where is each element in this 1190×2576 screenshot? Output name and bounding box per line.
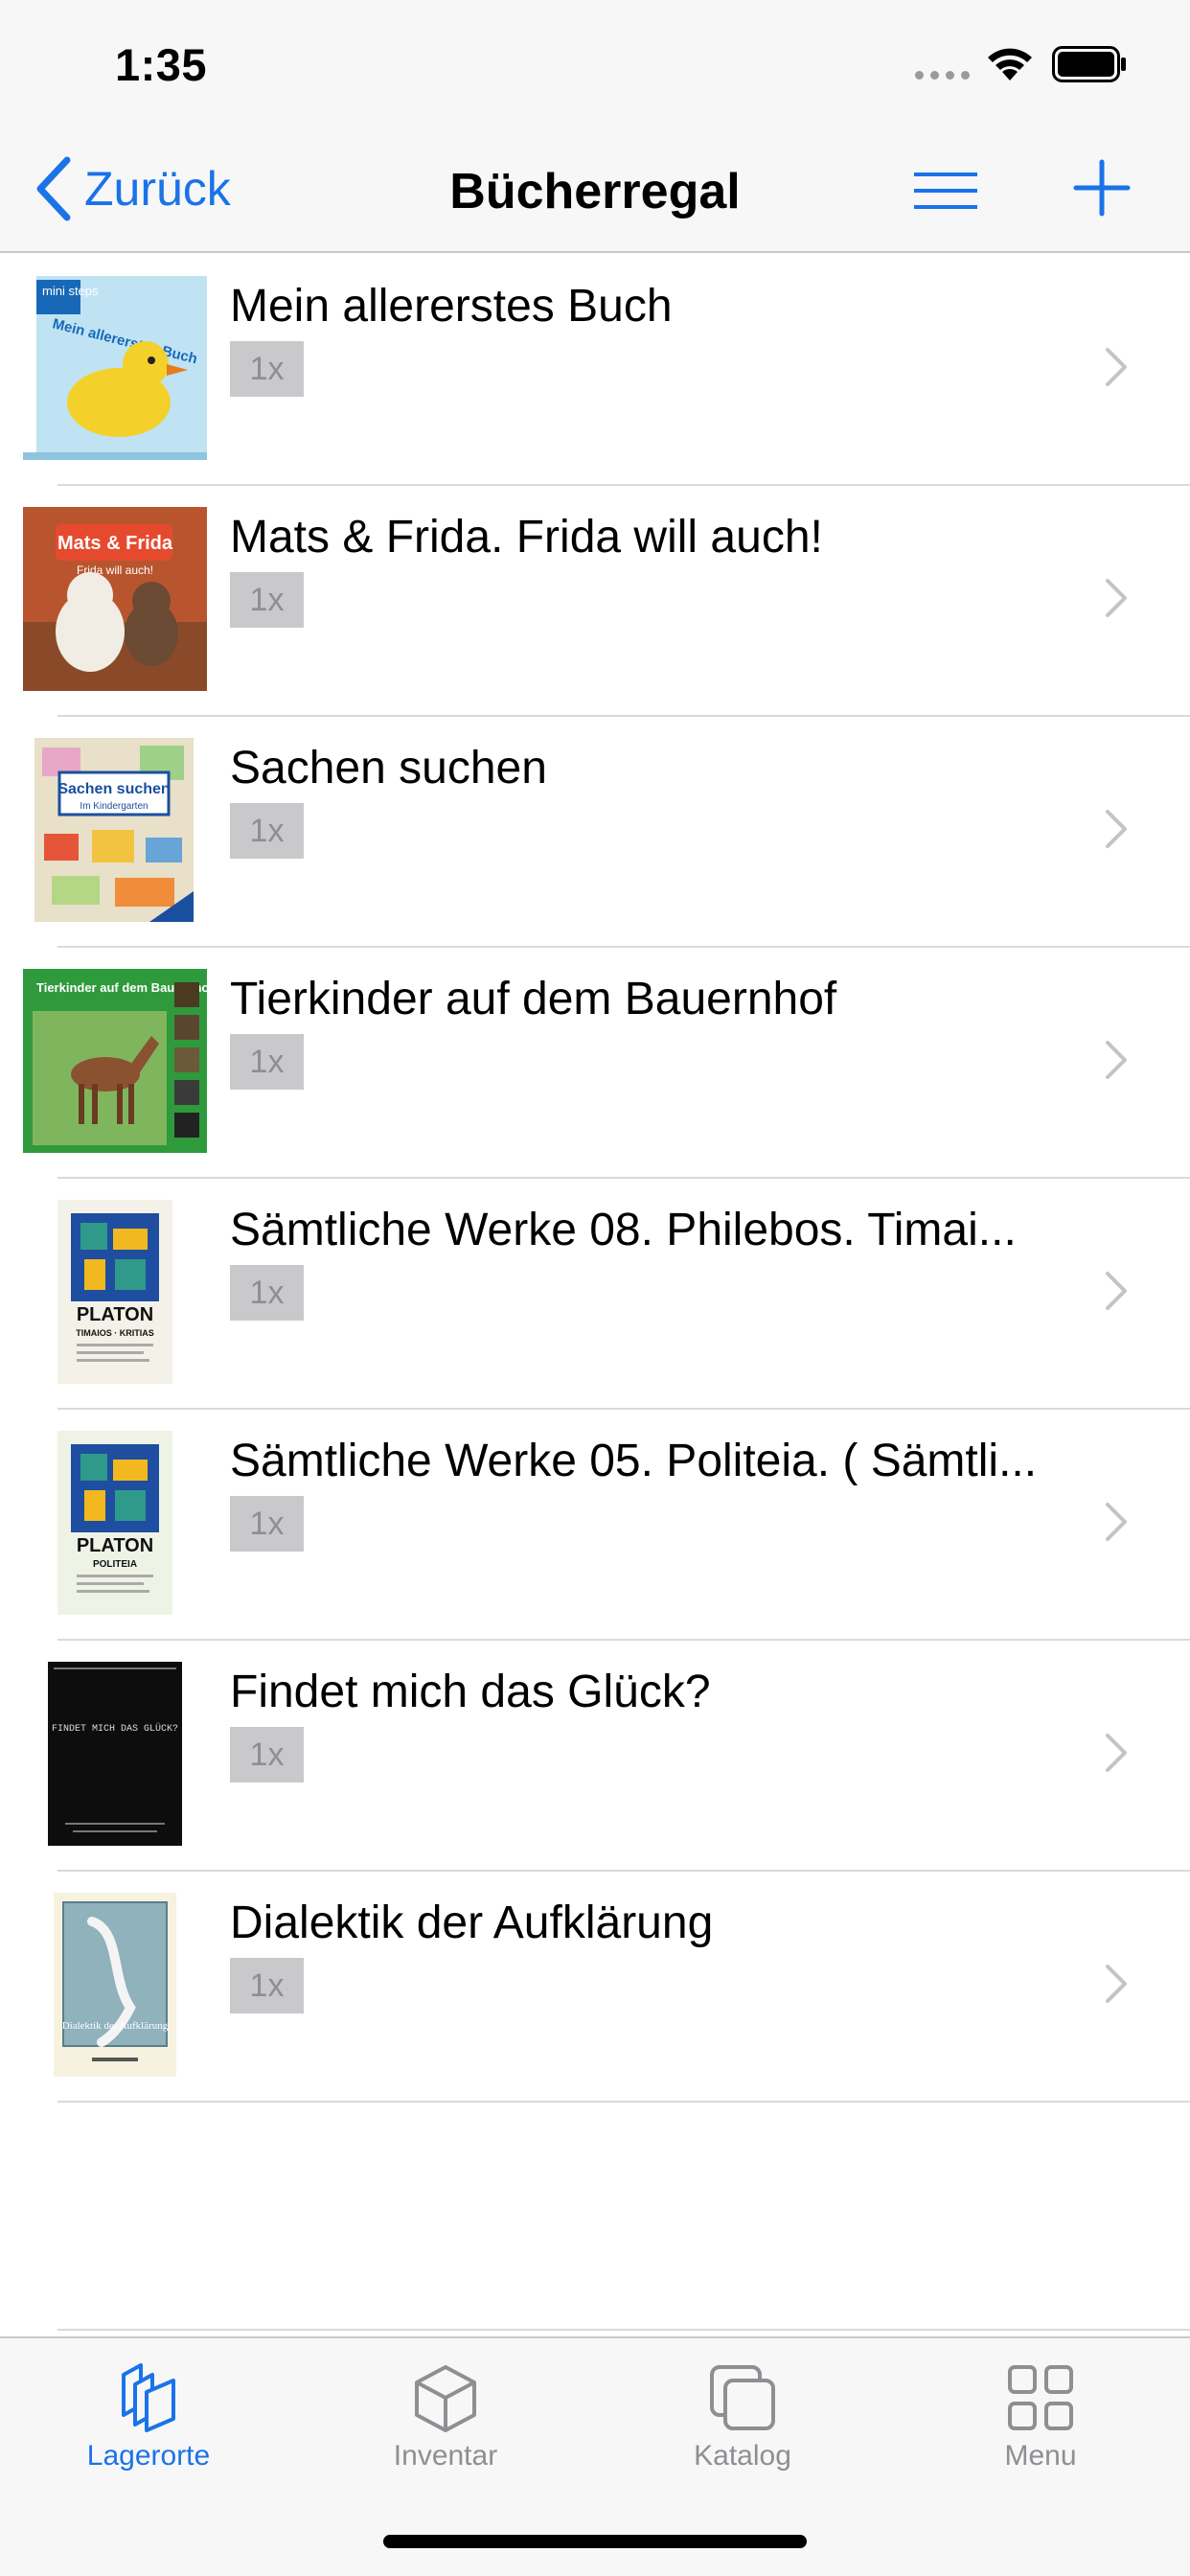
quantity-badge: 1x — [230, 1727, 304, 1782]
cover-title: PLATON — [77, 1535, 153, 1556]
list-end-divider — [57, 2329, 1190, 2331]
quantity-badge: 1x — [230, 572, 304, 628]
chevron-right-icon — [1106, 1272, 1127, 1310]
cellular-signal-icon — [915, 71, 970, 80]
book-cover-image: FINDET MICH DAS GLÜCK? — [48, 1662, 182, 1846]
book-title: Sämtliche Werke 08. Philebos. Timai... — [230, 1205, 1017, 1255]
list-item[interactable]: FINDET MICH DAS GLÜCK? Findet mich das G… — [0, 1641, 1190, 1872]
book-title: Mein allererstes Buch — [230, 281, 673, 332]
cover-subtitle: POLITEIA — [93, 1559, 137, 1570]
wifi-icon — [988, 48, 1032, 80]
book-title: Dialektik der Aufklärung — [230, 1898, 714, 1948]
list-item[interactable]: Tierkinder auf dem Bauernhof Tierkinder … — [0, 948, 1190, 1179]
tab-menu[interactable]: Menu — [935, 2361, 1146, 2472]
cover-subtitle: Im Kindergarten — [80, 801, 148, 812]
storage-locations-icon — [122, 2363, 175, 2432]
tab-label: Menu — [1004, 2440, 1077, 2472]
list-item[interactable]: mini steps Mein allererstes Buch Mein al… — [0, 255, 1190, 486]
chevron-right-icon — [1106, 1041, 1127, 1079]
list-item[interactable]: Dialektik der Aufklärung Dialektik der A… — [0, 1872, 1190, 2103]
list-item[interactable]: PLATON POLITEIA Sämtliche Werke 05. Poli… — [0, 1410, 1190, 1641]
tab-label: Katalog — [694, 2440, 791, 2472]
back-label: Zurück — [84, 162, 231, 216]
book-title: Sämtliche Werke 05. Politeia. ( Sämtli..… — [230, 1436, 1038, 1486]
chevron-right-icon — [1106, 1734, 1127, 1772]
cover-title: Dialektik der Aufklärung — [62, 2020, 169, 2032]
chevron-right-icon — [1106, 579, 1127, 617]
list-menu-icon[interactable] — [912, 167, 979, 215]
book-cover-image: mini steps Mein allererstes Buch — [23, 276, 207, 460]
cover-title: Sachen suchen — [57, 781, 170, 797]
list-item[interactable]: PLATON TIMAIOS · KRITIAS Sämtliche Werke… — [0, 1179, 1190, 1410]
navigation-bar: Zurück Bücherregal — [0, 126, 1190, 253]
cover-subtitle: TIMAIOS · KRITIAS — [76, 1328, 154, 1338]
status-time: 1:35 — [115, 39, 208, 90]
book-cover-image: PLATON POLITEIA — [57, 1431, 172, 1615]
list-item[interactable]: Sachen suchen Im Kindergarten Sachen suc… — [0, 717, 1190, 948]
chevron-right-icon — [1106, 1503, 1127, 1541]
tab-inventar[interactable]: Inventar — [340, 2361, 551, 2472]
tab-label: Lagerorte — [86, 2440, 211, 2472]
quantity-badge: 1x — [230, 1034, 304, 1090]
battery-icon — [1052, 46, 1126, 82]
catalog-icon — [710, 2365, 775, 2430]
cover-title: PLATON — [77, 1304, 153, 1325]
back-button[interactable]: Zurück — [34, 155, 231, 222]
add-icon[interactable] — [1073, 159, 1131, 217]
book-cover-image: Mats & Frida Frida will auch! — [23, 507, 207, 691]
quantity-badge: 1x — [230, 1265, 304, 1321]
chevron-right-icon — [1106, 810, 1127, 848]
book-list: mini steps Mein allererstes Buch Mein al… — [0, 255, 1190, 2103]
list-item[interactable]: Mats & Frida Frida will auch! Mats & Fri… — [0, 486, 1190, 717]
tab-label: Inventar — [393, 2440, 498, 2472]
status-bar: 1:35 — [0, 0, 1190, 126]
quantity-badge: 1x — [230, 1496, 304, 1552]
tab-katalog[interactable]: Katalog — [637, 2361, 848, 2472]
quantity-badge: 1x — [230, 341, 304, 397]
book-cover-image: Tierkinder auf dem Bauernhof — [23, 969, 207, 1153]
quantity-badge: 1x — [230, 803, 304, 859]
chevron-right-icon — [1106, 348, 1127, 386]
cover-badge: mini steps — [42, 284, 99, 298]
quantity-badge: 1x — [230, 1958, 304, 2013]
book-title: Findet mich das Glück? — [230, 1667, 711, 1717]
chevron-left-icon — [36, 156, 71, 221]
book-title: Sachen suchen — [230, 743, 547, 794]
box-icon — [415, 2365, 476, 2432]
book-title: Mats & Frida. Frida will auch! — [230, 512, 823, 563]
cover-title: Mats & Frida — [57, 533, 173, 554]
cover-title: FINDET MICH DAS GLÜCK? — [52, 1722, 178, 1735]
book-cover-image: Sachen suchen Im Kindergarten — [34, 738, 194, 922]
book-cover-image: Dialektik der Aufklärung — [54, 1893, 176, 2077]
book-title: Tierkinder auf dem Bauernhof — [230, 974, 837, 1024]
grid-icon — [1008, 2365, 1073, 2430]
chevron-right-icon — [1106, 1965, 1127, 2003]
home-indicator — [383, 2535, 807, 2548]
book-cover-image: PLATON TIMAIOS · KRITIAS — [57, 1200, 172, 1384]
tab-lagerorte[interactable]: Lagerorte — [43, 2361, 254, 2472]
